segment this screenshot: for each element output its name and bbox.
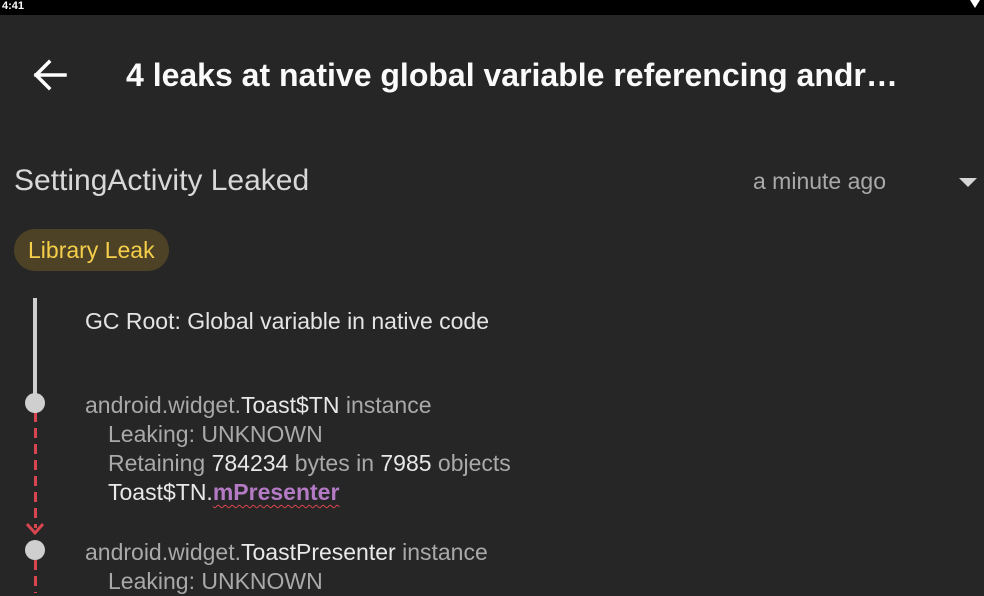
- trace-item-class[interactable]: android.widget.ToastPresenter instance: [85, 538, 488, 567]
- status-time: 4:41: [2, 0, 25, 12]
- leaking-status: Leaking: UNKNOWN: [108, 421, 323, 447]
- trace-node: [25, 540, 45, 560]
- arrow-back-icon: [33, 59, 67, 91]
- retained-bytes: 784234: [211, 450, 289, 476]
- page-title: 4 leaks at native global variable refere…: [126, 57, 898, 93]
- trace-line-leak: [34, 412, 37, 528]
- leak-title: SettingActivity Leaked: [14, 164, 310, 197]
- trace-node: [25, 393, 45, 413]
- leak-arrow-icon: [25, 523, 45, 536]
- app-bar: 4 leaks at native global variable refere…: [0, 15, 984, 131]
- retaining-info: Retaining 784234 bytes in 7985 objects: [108, 450, 511, 476]
- gc-root-label: GC Root: Global variable in native code: [85, 308, 489, 334]
- library-leak-badge: Library Leak: [14, 229, 169, 271]
- trace-item-class[interactable]: android.widget.Toast$TN instance: [85, 391, 432, 420]
- dropdown-arrow-icon: [959, 178, 977, 187]
- expand-button[interactable]: [948, 163, 984, 199]
- signal-icon: [970, 0, 980, 8]
- retained-objects: 7985: [380, 450, 432, 476]
- reference-field[interactable]: Toast$TN.mPresenter: [108, 478, 339, 507]
- status-bar: 4:41: [0, 0, 984, 15]
- time-ago: a minute ago: [753, 168, 886, 194]
- leak-header[interactable]: SettingActivity Leaked a minute ago: [0, 155, 984, 207]
- leaking-reference: mPresenter: [212, 479, 340, 505]
- trace-line-solid: [33, 298, 37, 402]
- class-name: Toast$TN: [241, 392, 340, 418]
- class-name: ToastPresenter: [241, 539, 396, 565]
- leaking-status: Leaking: UNKNOWN: [108, 568, 323, 594]
- trace-line-leak: [34, 560, 37, 593]
- back-button[interactable]: [22, 53, 78, 97]
